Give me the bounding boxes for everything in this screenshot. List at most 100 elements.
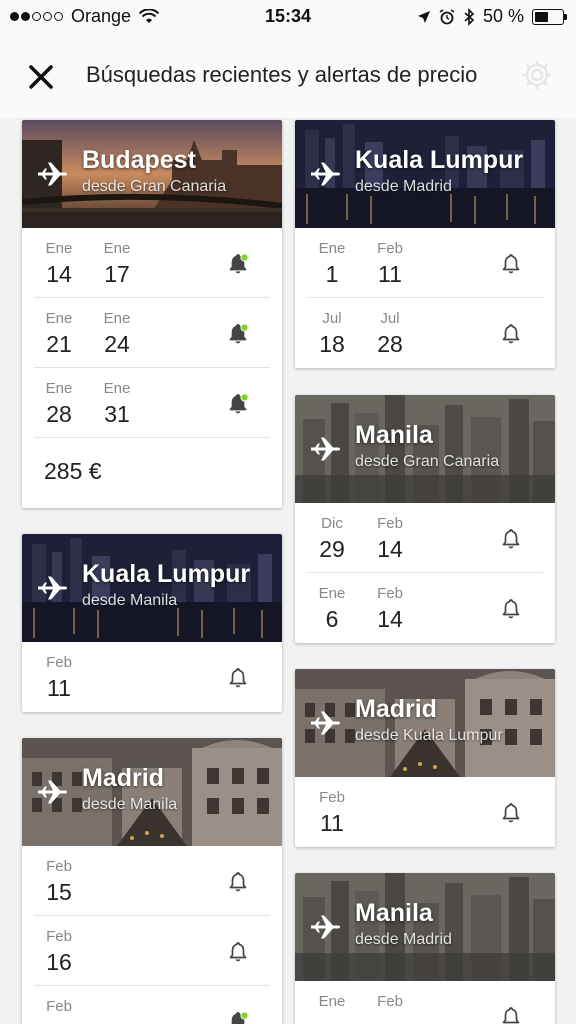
departure-date: Ene 14: [34, 240, 84, 290]
airplane-icon: [309, 911, 341, 943]
return-date: Feb 14: [365, 585, 415, 635]
departure-day: 11: [47, 675, 71, 701]
destination-city: Manila: [355, 421, 433, 449]
return-day: 14: [377, 536, 403, 562]
departure-date: Feb 16: [34, 928, 84, 978]
status-bar: Orange 15:34 50 %: [0, 0, 576, 34]
departure-month: Feb: [46, 858, 72, 875]
search-card[interactable]: Budapest desde Gran Canaria Ene 14 Ene 17 Ene…: [22, 120, 282, 508]
date-row[interactable]: Ene 1 Feb 11: [307, 228, 543, 298]
return-day: 14: [377, 606, 403, 632]
destination-city: Manila: [355, 899, 433, 927]
departure-month: Feb: [46, 654, 72, 671]
gear-icon[interactable]: [520, 58, 554, 92]
departure-date: Ene 28: [34, 380, 84, 430]
origin-label: desde Manila: [82, 796, 178, 813]
bell-icon[interactable]: [499, 527, 523, 551]
date-row[interactable]: Ene 21 Ene 24: [34, 298, 270, 368]
return-month: Ene: [103, 380, 131, 397]
return-date: Feb: [365, 993, 415, 1011]
date-row[interactable]: Ene 6 Feb 14: [307, 573, 543, 643]
date-row[interactable]: Feb: [34, 986, 270, 1024]
airplane-icon: [309, 707, 341, 739]
departure-month: Ene: [45, 310, 73, 327]
bell-icon[interactable]: [226, 666, 250, 690]
search-card[interactable]: Manila desde Madrid Ene Feb: [295, 873, 555, 1024]
departure-day: 16: [46, 949, 72, 975]
bell-active-icon[interactable]: [226, 392, 250, 416]
departure-month: Jul: [322, 310, 342, 327]
departure-date: Feb: [34, 998, 84, 1016]
origin-label: desde Gran Canaria: [355, 453, 500, 470]
bell-icon[interactable]: [499, 252, 523, 276]
departure-day: 21: [46, 331, 72, 357]
card-hero-image: Madrid desde Manila: [22, 738, 282, 846]
bell-icon[interactable]: [226, 940, 250, 964]
date-row[interactable]: Ene Feb: [307, 981, 543, 1024]
card-hero-image: Budapest desde Gran Canaria: [22, 120, 282, 228]
departure-month: Ene: [318, 240, 346, 257]
bell-icon[interactable]: [499, 322, 523, 346]
date-row[interactable]: Feb 11: [34, 642, 270, 712]
price-row: 285 €: [34, 438, 270, 508]
date-row[interactable]: Dic 29 Feb 14: [307, 503, 543, 573]
card-hero-image: Manila desde Madrid: [295, 873, 555, 981]
departure-month: Ene: [45, 240, 73, 257]
date-row[interactable]: Feb 11: [307, 777, 543, 847]
search-card[interactable]: Madrid desde Kuala Lumpur Feb 11: [295, 669, 555, 847]
airplane-icon: [36, 158, 68, 190]
return-day: 17: [104, 261, 130, 287]
bell-active-icon[interactable]: [226, 252, 250, 276]
return-day: 11: [378, 261, 402, 287]
bell-icon[interactable]: [499, 801, 523, 825]
page-header: Búsquedas recientes y alertas de precio: [0, 34, 576, 118]
departure-month: Feb: [319, 789, 345, 806]
bell-icon[interactable]: [226, 870, 250, 894]
search-card[interactable]: Kuala Lumpur desde Manila Feb 11: [22, 534, 282, 712]
search-card[interactable]: Kuala Lumpur desde Madrid Ene 1 Feb 11 Jul 18 J…: [295, 120, 555, 368]
return-month: Feb: [377, 585, 403, 602]
bell-active-icon[interactable]: [226, 1010, 250, 1024]
departure-day: 18: [319, 331, 345, 357]
card-hero-image: Madrid desde Kuala Lumpur: [295, 669, 555, 777]
departure-month: Dic: [321, 515, 343, 532]
departure-day: 29: [319, 536, 345, 562]
return-month: Feb: [377, 240, 403, 257]
origin-label: desde Gran Canaria: [82, 178, 227, 195]
return-month: Feb: [377, 993, 403, 1010]
return-date: Ene 24: [92, 310, 142, 360]
departure-day: 1: [325, 261, 339, 287]
return-date: Jul 28: [365, 310, 415, 360]
return-date: Ene 17: [92, 240, 142, 290]
bell-active-icon[interactable]: [226, 322, 250, 346]
return-month: Jul: [380, 310, 400, 327]
date-row[interactable]: Ene 14 Ene 17: [34, 228, 270, 298]
airplane-icon: [36, 572, 68, 604]
departure-date: Feb 11: [34, 654, 84, 704]
date-row[interactable]: Feb 16: [34, 916, 270, 986]
date-row[interactable]: Feb 15: [34, 846, 270, 916]
search-card[interactable]: Madrid desde Manila Feb 15 Feb 16 Feb: [22, 738, 282, 1024]
return-date: Feb 14: [365, 515, 415, 565]
bell-icon[interactable]: [499, 597, 523, 621]
departure-date: Ene 6: [307, 585, 357, 635]
return-date: Feb 11: [365, 240, 415, 290]
departure-date: Feb 11: [307, 789, 357, 839]
departure-date: Ene 1: [307, 240, 357, 290]
close-icon[interactable]: [24, 60, 58, 94]
airplane-icon: [36, 776, 68, 808]
departure-month: Ene: [318, 993, 346, 1010]
departure-day: 14: [46, 261, 72, 287]
price-label: 285 €: [44, 458, 102, 484]
bluetooth-icon: [464, 7, 475, 26]
date-row[interactable]: Jul 18 Jul 28: [307, 298, 543, 368]
search-card[interactable]: Manila desde Gran Canaria Dic 29 Feb 14 Ene 6 F…: [295, 395, 555, 643]
battery-percentage: 50 %: [482, 6, 524, 26]
departure-date: Jul 18: [307, 310, 357, 360]
return-month: Ene: [103, 240, 131, 257]
departure-day: 15: [46, 879, 72, 905]
departure-date: Ene: [307, 993, 357, 1011]
airplane-icon: [309, 158, 341, 190]
bell-icon[interactable]: [499, 1005, 523, 1024]
date-row[interactable]: Ene 28 Ene 31: [34, 368, 270, 438]
